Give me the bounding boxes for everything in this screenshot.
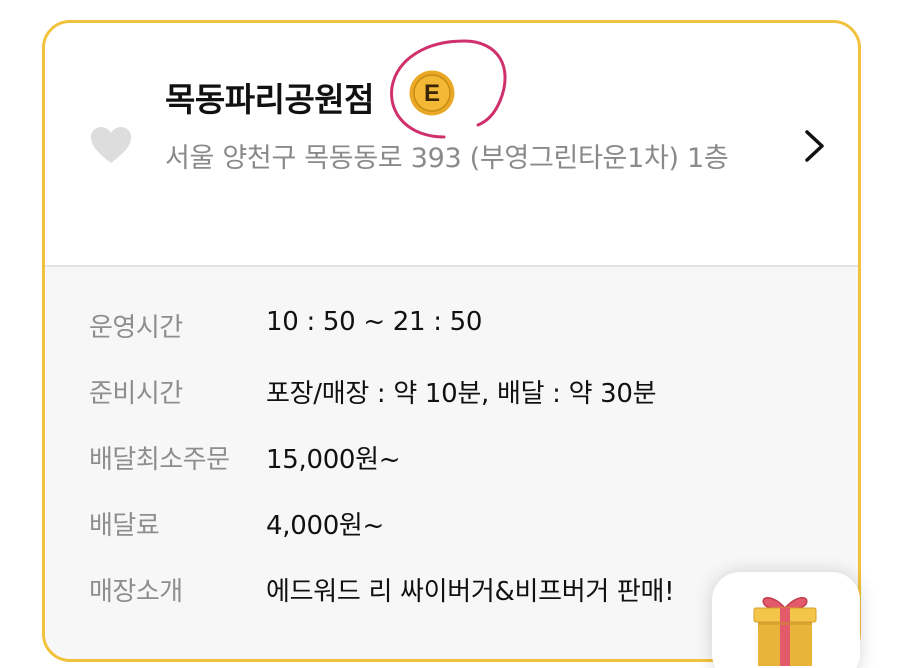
- info-value: 10 : 50 ~ 21 : 50: [266, 307, 483, 337]
- info-label: 매장소개: [89, 577, 183, 607]
- info-label: 준비시간: [89, 379, 183, 409]
- info-label: 배달최소주문: [89, 445, 230, 475]
- store-header[interactable]: 목동파리공원점 E 서울 양천구 목동동로 393 (부영그린타운1차) 1층: [45, 23, 858, 267]
- store-name: 목동파리공원점: [165, 80, 375, 119]
- info-label: 배달료: [89, 511, 160, 541]
- grade-badge-letter: E: [424, 80, 440, 107]
- store-card: 목동파리공원점 E 서울 양천구 목동동로 393 (부영그린타운1차) 1층 …: [42, 20, 861, 662]
- gift-icon: [753, 597, 817, 666]
- info-value: 15,000원~: [266, 445, 401, 475]
- chevron-right-icon[interactable]: [803, 129, 827, 163]
- store-detail-screen: 목동파리공원점 E 서울 양천구 목동동로 393 (부영그린타운1차) 1층 …: [0, 0, 900, 668]
- info-value: 에드워드 리 싸이버거&비프버거 판매!: [266, 577, 675, 607]
- heart-icon[interactable]: [89, 125, 133, 165]
- info-value: 포장/매장 : 약 10분, 배달 : 약 30분: [266, 379, 657, 409]
- grade-badge-icon: E: [409, 70, 455, 116]
- info-label: 운영시간: [89, 313, 183, 343]
- store-address: 서울 양천구 목동동로 393 (부영그린타운1차) 1층: [165, 143, 729, 174]
- gift-button[interactable]: [712, 572, 860, 668]
- info-value: 4,000원~: [266, 511, 385, 541]
